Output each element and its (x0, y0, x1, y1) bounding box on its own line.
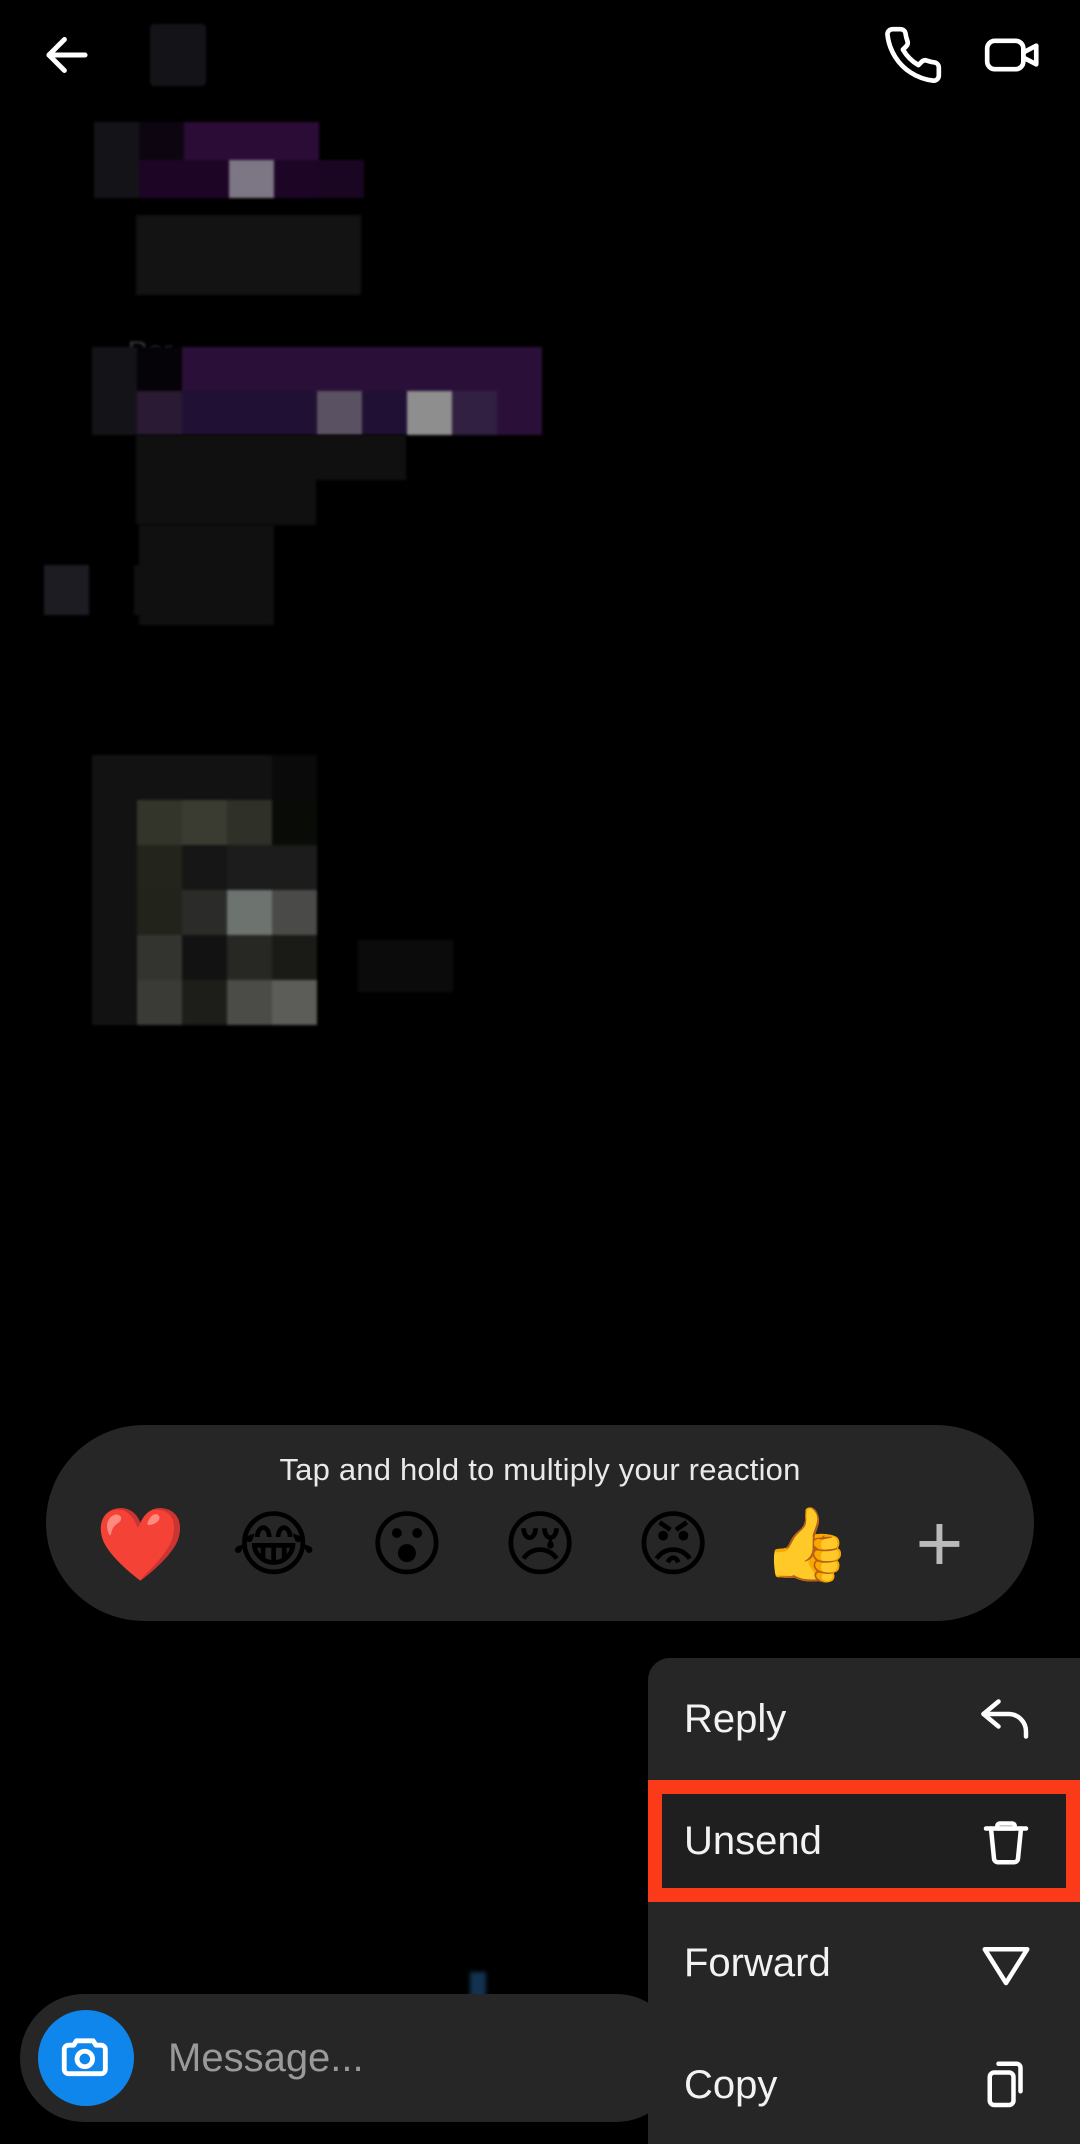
sad-reaction[interactable]: 😢 (488, 1508, 592, 1580)
menu-item-reply-label: Reply (684, 1696, 787, 1741)
censored-media-thumbnail[interactable] (92, 755, 317, 1025)
heart-reaction[interactable]: ❤️ (89, 1508, 193, 1580)
censored-bubble (92, 347, 587, 435)
menu-item-unsend-inner[interactable]: Unsend (662, 1794, 1066, 1888)
copy-icon (987, 2061, 1023, 2108)
chat-header (0, 0, 1080, 110)
menu-item-unsend[interactable]: Unsend (648, 1780, 1080, 1902)
reaction-picker[interactable]: Tap and hold to multiply your reaction ❤… (46, 1425, 1034, 1621)
trash-icon (983, 1821, 1029, 1865)
censored-bubble (94, 122, 364, 198)
angry-reaction[interactable]: 😡 (621, 1508, 725, 1580)
camera-button[interactable] (38, 2010, 134, 2106)
reply-arrow-icon (981, 1699, 1029, 1739)
message-input[interactable]: Message... (168, 2036, 364, 2081)
back-arrow-icon[interactable] (36, 24, 98, 86)
censored-bubble-body (136, 435, 406, 525)
laughing-reaction[interactable]: 😂 (222, 1508, 326, 1580)
reaction-row[interactable]: ❤️ 😂 😮 😢 😡 👍 + (46, 1496, 1034, 1592)
add-reaction-button[interactable]: + (887, 1503, 991, 1585)
paper-plane-icon (982, 1947, 1030, 1986)
video-camera-icon[interactable] (982, 24, 1044, 86)
censored-bubble-body (358, 940, 453, 992)
menu-item-copy-label: Copy (684, 2062, 778, 2107)
message-composer[interactable]: Message... (20, 1994, 680, 2122)
reaction-hint-text: Tap and hold to multiply your reaction (279, 1452, 801, 1487)
menu-item-copy[interactable]: Copy (648, 2024, 1080, 2144)
menu-item-reply[interactable]: Reply (648, 1658, 1080, 1780)
censored-bubble-body (136, 215, 361, 295)
message-context-menu[interactable]: Reply Unsend Forward Copy (648, 1658, 1080, 2144)
menu-item-forward[interactable]: Forward (648, 1902, 1080, 2024)
contact-avatar[interactable] (150, 24, 206, 86)
surprised-reaction[interactable]: 😮 (355, 1508, 459, 1580)
censored-bubble-body (44, 565, 269, 615)
thumbs-up-reaction[interactable]: 👍 (754, 1508, 858, 1580)
chat-screen: Rer (0, 0, 1080, 2144)
menu-item-forward-label: Forward (684, 1940, 831, 1985)
camera-icon (61, 2038, 108, 2077)
menu-item-unsend-label: Unsend (684, 1818, 822, 1863)
phone-icon[interactable] (882, 24, 944, 86)
